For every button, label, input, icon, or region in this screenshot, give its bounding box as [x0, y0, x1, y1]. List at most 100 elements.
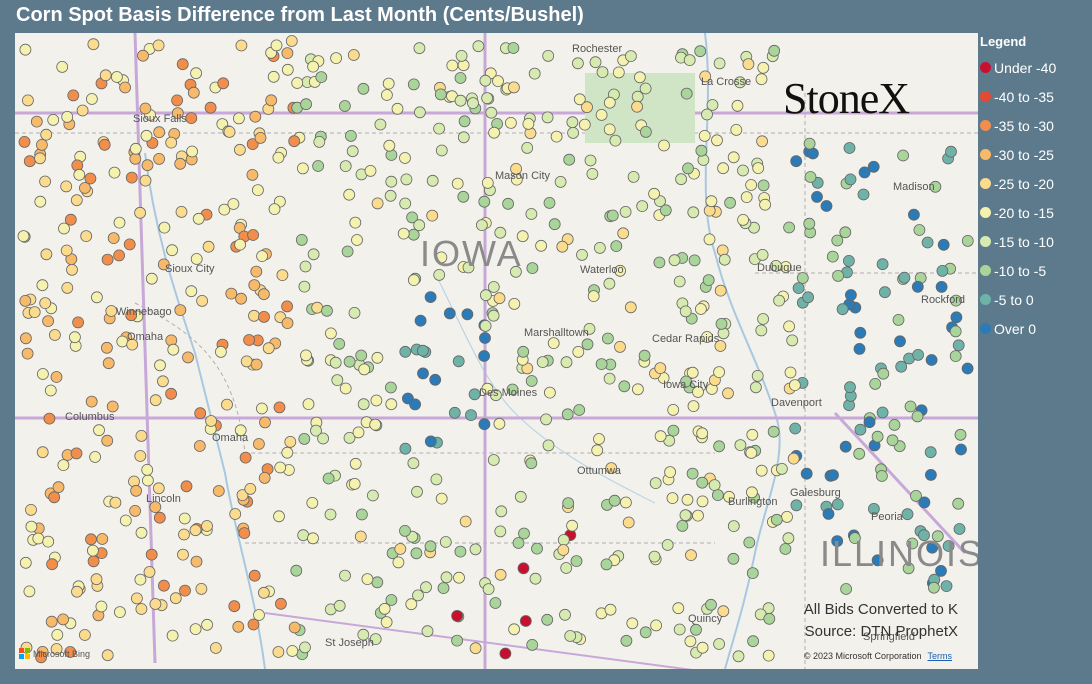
- station-dot[interactable]: [713, 366, 725, 379]
- station-dot[interactable]: [820, 200, 833, 212]
- station-dot[interactable]: [572, 345, 585, 358]
- station-dot[interactable]: [673, 623, 686, 636]
- station-dot[interactable]: [695, 303, 707, 315]
- station-dot[interactable]: [676, 519, 689, 532]
- station-dot[interactable]: [435, 144, 448, 157]
- station-dot[interactable]: [871, 430, 884, 443]
- station-dot[interactable]: [108, 166, 121, 179]
- station-dot[interactable]: [831, 498, 844, 511]
- station-dot[interactable]: [265, 94, 278, 107]
- station-dot[interactable]: [839, 440, 852, 453]
- station-dot[interactable]: [87, 544, 99, 557]
- station-dot[interactable]: [740, 191, 753, 204]
- station-dot[interactable]: [940, 580, 953, 592]
- station-dot[interactable]: [912, 348, 924, 361]
- station-dot[interactable]: [61, 111, 74, 123]
- station-dot[interactable]: [853, 447, 866, 460]
- station-dot[interactable]: [687, 400, 700, 413]
- station-dot[interactable]: [399, 524, 411, 537]
- legend-item[interactable]: -10 to -5: [980, 256, 1090, 285]
- station-dot[interactable]: [233, 143, 246, 156]
- station-dot[interactable]: [119, 81, 131, 94]
- station-dot[interactable]: [364, 164, 377, 177]
- station-dot[interactable]: [96, 533, 109, 545]
- station-dot[interactable]: [257, 586, 270, 599]
- station-dot[interactable]: [366, 489, 379, 502]
- station-dot[interactable]: [731, 99, 744, 112]
- station-dot[interactable]: [429, 373, 442, 386]
- station-dot[interactable]: [399, 345, 412, 358]
- station-dot[interactable]: [187, 86, 200, 99]
- legend-item[interactable]: Under -40: [980, 53, 1090, 82]
- station-dot[interactable]: [525, 375, 538, 387]
- station-dot[interactable]: [324, 327, 337, 340]
- station-dot[interactable]: [727, 151, 740, 164]
- station-dot[interactable]: [190, 555, 203, 568]
- station-dot[interactable]: [19, 556, 32, 569]
- station-dot[interactable]: [413, 42, 426, 55]
- station-dot[interactable]: [416, 344, 429, 357]
- station-dot[interactable]: [560, 562, 573, 574]
- station-dot[interactable]: [782, 532, 795, 545]
- station-dot[interactable]: [247, 229, 260, 241]
- station-dot[interactable]: [374, 118, 387, 131]
- station-dot[interactable]: [158, 221, 171, 234]
- station-dot[interactable]: [802, 291, 814, 304]
- station-dot[interactable]: [424, 540, 437, 553]
- station-dot[interactable]: [165, 387, 178, 400]
- station-dot[interactable]: [499, 647, 512, 660]
- station-dot[interactable]: [430, 473, 443, 486]
- station-dot[interactable]: [714, 284, 727, 297]
- station-dot[interactable]: [281, 300, 294, 313]
- station-dot[interactable]: [145, 548, 158, 561]
- station-dot[interactable]: [751, 369, 764, 382]
- station-dot[interactable]: [494, 568, 507, 581]
- station-dot[interactable]: [639, 626, 652, 639]
- station-dot[interactable]: [757, 313, 769, 325]
- station-dot[interactable]: [479, 289, 492, 302]
- station-dot[interactable]: [399, 197, 412, 210]
- station-dot[interactable]: [925, 468, 937, 481]
- station-dot[interactable]: [186, 145, 199, 158]
- station-dot[interactable]: [620, 634, 633, 647]
- station-dot[interactable]: [177, 548, 189, 561]
- station-dot[interactable]: [357, 398, 370, 411]
- station-dot[interactable]: [52, 481, 65, 494]
- station-dot[interactable]: [296, 162, 309, 175]
- station-dot[interactable]: [783, 320, 795, 333]
- station-dot[interactable]: [867, 160, 880, 173]
- station-dot[interactable]: [561, 408, 574, 421]
- station-dot[interactable]: [99, 69, 112, 82]
- station-dot[interactable]: [839, 226, 852, 239]
- station-dot[interactable]: [634, 71, 646, 84]
- legend-item[interactable]: -15 to -10: [980, 227, 1090, 256]
- station-dot[interactable]: [134, 450, 147, 462]
- station-dot[interactable]: [91, 291, 103, 304]
- station-dot[interactable]: [114, 606, 126, 618]
- station-dot[interactable]: [369, 418, 382, 431]
- station-dot[interactable]: [307, 248, 320, 261]
- station-dot[interactable]: [529, 572, 542, 585]
- station-dot[interactable]: [843, 142, 856, 154]
- station-dot[interactable]: [330, 52, 343, 65]
- station-dot[interactable]: [750, 381, 762, 394]
- station-dot[interactable]: [512, 537, 525, 549]
- station-dot[interactable]: [49, 329, 61, 341]
- station-dot[interactable]: [384, 189, 397, 202]
- station-dot[interactable]: [385, 398, 398, 411]
- station-dot[interactable]: [140, 129, 153, 142]
- station-dot[interactable]: [21, 94, 34, 107]
- station-dot[interactable]: [517, 345, 530, 358]
- station-dot[interactable]: [44, 384, 57, 397]
- station-dot[interactable]: [129, 504, 141, 517]
- station-dot[interactable]: [347, 49, 360, 61]
- station-dot[interactable]: [166, 629, 179, 642]
- station-dot[interactable]: [426, 174, 439, 187]
- station-dot[interactable]: [171, 94, 184, 107]
- station-dot[interactable]: [487, 281, 500, 293]
- station-dot[interactable]: [624, 301, 637, 314]
- station-dot[interactable]: [167, 343, 180, 356]
- station-dot[interactable]: [421, 625, 434, 638]
- station-dot[interactable]: [43, 412, 56, 425]
- station-dot[interactable]: [196, 294, 209, 307]
